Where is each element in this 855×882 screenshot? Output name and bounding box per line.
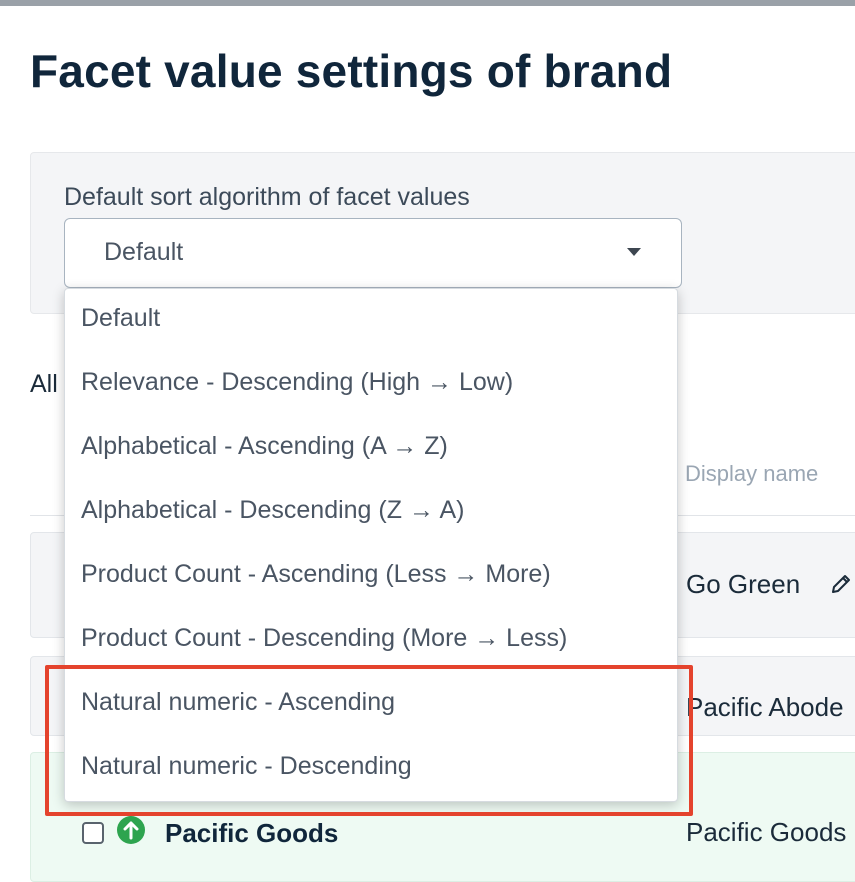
dropdown-option-natural-asc[interactable]: Natural numeric - Ascending <box>81 688 395 717</box>
row-checkbox[interactable] <box>82 822 104 844</box>
display-name-cell: Pacific Abode <box>686 692 844 722</box>
sort-select-value: Default <box>104 238 184 266</box>
tab-all[interactable]: All <box>30 370 58 399</box>
display-name-cell: Go Green <box>686 569 801 599</box>
page-title: Facet value settings of brand <box>30 45 673 97</box>
pencil-icon[interactable] <box>829 572 853 596</box>
display-name-cell: Pacific Goods <box>686 817 847 847</box>
sort-dropdown-menu: Default Relevance - Descending (High → L… <box>64 288 678 802</box>
dropdown-option-alpha-asc[interactable]: Alphabetical - Ascending (A → Z) <box>81 432 448 461</box>
top-strip <box>0 0 855 6</box>
dropdown-option-alpha-desc[interactable]: Alphabetical - Descending (Z → A) <box>81 496 465 525</box>
sort-algorithm-select[interactable]: Default <box>64 218 682 288</box>
dropdown-option-natural-desc[interactable]: Natural numeric - Descending <box>81 752 412 781</box>
sort-algorithm-label: Default sort algorithm of facet values <box>64 183 470 211</box>
dropdown-option-relevance-desc[interactable]: Relevance - Descending (High → Low) <box>81 368 513 397</box>
caret-down-icon <box>627 248 641 256</box>
column-header-display-name: Display name <box>685 461 819 486</box>
dropdown-option-default[interactable]: Default <box>81 304 160 333</box>
arrow-up-circle-icon <box>117 816 145 844</box>
dropdown-option-count-desc[interactable]: Product Count - Descending (More → Less) <box>81 624 567 653</box>
row-name[interactable]: Pacific Goods <box>165 818 338 849</box>
dropdown-option-count-asc[interactable]: Product Count - Ascending (Less → More) <box>81 560 551 589</box>
